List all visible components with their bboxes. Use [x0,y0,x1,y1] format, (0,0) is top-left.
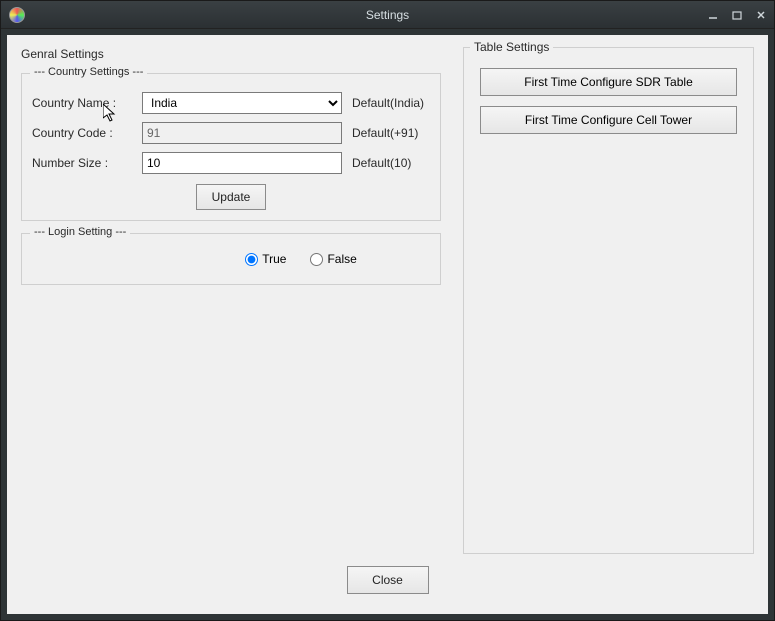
country-code-label: Country Code : [32,126,142,140]
content-area: Genral Settings --- Country Settings ---… [7,35,768,614]
number-size-hint: Default(10) [352,156,411,170]
app-icon [9,7,25,23]
close-button[interactable]: Close [347,566,429,594]
login-false-label: False [327,252,356,266]
login-false-option[interactable]: False [310,252,356,266]
titlebar[interactable]: Settings [1,1,774,29]
country-name-hint: Default(India) [352,96,424,110]
login-true-radio[interactable] [245,253,258,266]
login-true-option[interactable]: True [245,252,286,266]
maximize-icon[interactable] [730,8,744,22]
country-code-row: Country Code : Default(+91) [32,118,430,148]
number-size-row: Number Size : Default(10) [32,148,430,178]
window-title: Settings [1,8,774,22]
country-name-row: Country Name : India Default(India) [32,88,430,118]
country-code-hint: Default(+91) [352,126,418,140]
table-settings-title: Table Settings [470,40,553,54]
country-code-input [142,122,342,144]
login-false-radio[interactable] [310,253,323,266]
country-name-select[interactable]: India [142,92,342,114]
login-setting-group: --- Login Setting --- True False [21,233,441,285]
country-name-label: Country Name : [32,96,142,110]
login-true-label: True [262,252,286,266]
general-settings-title: Genral Settings [21,47,441,61]
number-size-label: Number Size : [32,156,142,170]
footer: Close [21,566,754,594]
update-button[interactable]: Update [196,184,266,210]
minimize-icon[interactable] [706,8,720,22]
table-settings-panel: Table Settings First Time Configure SDR … [463,47,754,554]
window-controls [706,1,768,29]
close-icon[interactable] [754,8,768,22]
number-size-input[interactable] [142,152,342,174]
general-settings-panel: Genral Settings --- Country Settings ---… [21,47,441,554]
country-settings-legend: --- Country Settings --- [30,66,147,78]
login-setting-legend: --- Login Setting --- [30,226,130,238]
configure-sdr-table-button[interactable]: First Time Configure SDR Table [480,68,737,96]
configure-cell-tower-button[interactable]: First Time Configure Cell Tower [480,106,737,134]
country-settings-group: --- Country Settings --- Country Name : … [21,73,441,221]
window-frame: Settings Genral Settings --- Country Set… [0,0,775,621]
